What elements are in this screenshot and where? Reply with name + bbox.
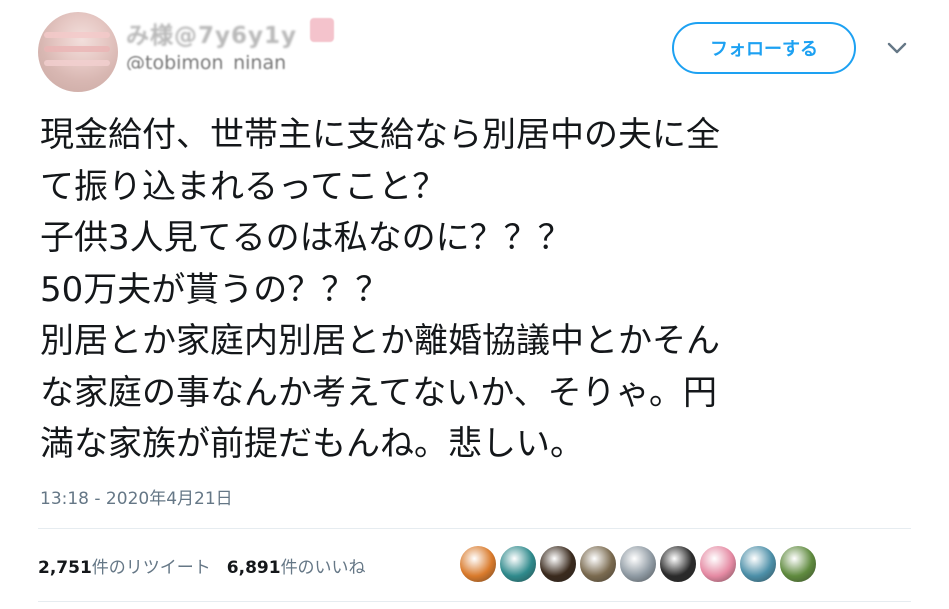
retweets-count: 2,751 bbox=[38, 558, 92, 578]
user-avatar[interactable] bbox=[38, 12, 118, 92]
avatar-4-icon[interactable] bbox=[579, 545, 617, 583]
follow-button[interactable]: フォローする bbox=[672, 22, 856, 74]
likes-label: 件のいいね bbox=[280, 558, 366, 578]
display-name[interactable]: み様@7y6y1y bbox=[126, 16, 297, 50]
avatar-7-icon[interactable] bbox=[699, 545, 737, 583]
chevron-down-icon[interactable] bbox=[886, 40, 908, 56]
avatar-1-icon[interactable] bbox=[459, 545, 497, 583]
avatar-6-icon[interactable] bbox=[659, 545, 697, 583]
avatar-8-icon[interactable] bbox=[739, 545, 777, 583]
tweet-stats: 2,751件のリツイート 6,891件のいいね bbox=[38, 553, 366, 578]
tweet-text: 現金給付、世帯主に支給なら別居中の夫に全 て振り込まれるってこと？ 子供3人見て… bbox=[40, 115, 720, 464]
retweets-stat[interactable]: 2,751件のリツイート bbox=[38, 558, 211, 578]
divider bbox=[38, 528, 911, 529]
tweet-timestamp[interactable]: 13:18 - 2020年4月21日 bbox=[40, 484, 233, 509]
avatar-3-icon[interactable] bbox=[539, 545, 577, 583]
likes-count: 6,891 bbox=[226, 558, 281, 578]
avatar-5-icon[interactable] bbox=[619, 545, 657, 583]
name-emoji-icon bbox=[310, 18, 334, 42]
tweet-header: み様@7y6y1y @tobimon_ninan フォローする bbox=[0, 0, 949, 100]
user-handle[interactable]: @tobimon_ninan bbox=[126, 52, 286, 70]
avatar-2-icon[interactable] bbox=[499, 545, 537, 583]
likes-stat[interactable]: 6,891件のいいね bbox=[227, 558, 366, 578]
retweets-label: 件のリツイート bbox=[91, 558, 211, 578]
avatar-9-icon[interactable] bbox=[779, 545, 817, 583]
divider bbox=[38, 601, 911, 602]
